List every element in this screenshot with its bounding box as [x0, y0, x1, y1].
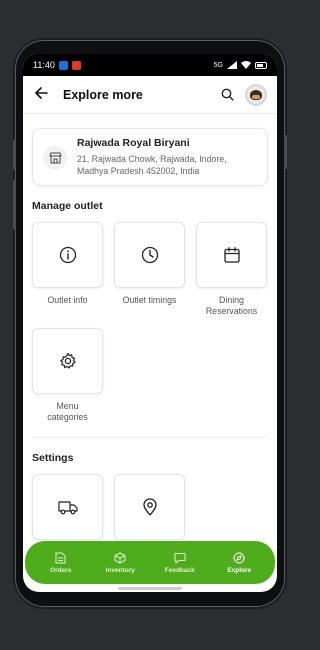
nav-orders[interactable]: Orders	[35, 552, 87, 574]
settings-heading: Settings	[32, 452, 74, 464]
nav-inventory[interactable]: Inventory	[94, 552, 146, 574]
power-button	[284, 135, 287, 169]
outlet-address-line2: Madhya Pradesh 452002, India	[77, 166, 200, 176]
location-pin-icon	[142, 498, 157, 516]
tile-location-settings[interactable]	[114, 474, 185, 540]
app-bar: Explore more	[23, 76, 277, 114]
chat-icon	[174, 552, 186, 563]
home-indicator[interactable]	[118, 587, 182, 590]
document-icon	[55, 552, 66, 563]
tile-dining-reservations[interactable]: Dining Reservations	[196, 222, 267, 317]
nav-label: Inventory	[105, 566, 135, 574]
store-icon	[43, 146, 67, 170]
app-notification-icon-2	[71, 60, 81, 70]
back-arrow-icon[interactable]	[35, 86, 59, 103]
app-notification-icon	[58, 60, 68, 70]
tile-label-line1: Dining	[219, 295, 244, 305]
status-bar: 11:40 5G	[23, 54, 277, 76]
nav-label: Orders	[50, 566, 72, 574]
tile-label-line2: Reservations	[205, 306, 258, 316]
outlet-name: Rajwada Royal Biryani	[77, 137, 190, 149]
page-title: Explore more	[63, 87, 143, 102]
tile-label-line1: Menu	[56, 401, 79, 411]
battery-icon	[255, 61, 267, 69]
manage-outlet-heading: Manage outlet	[32, 200, 103, 212]
nav-label: Feedback	[164, 566, 195, 574]
gear-icon	[59, 352, 76, 369]
compass-icon	[233, 551, 245, 564]
volume-button-2	[13, 180, 16, 230]
settings-grid	[32, 474, 268, 540]
avatar[interactable]	[245, 83, 267, 106]
tile-outlet-info[interactable]: Outlet info	[32, 222, 103, 317]
wifi-icon	[241, 61, 251, 69]
nav-label: Explore	[227, 566, 252, 574]
search-icon[interactable]	[217, 85, 237, 105]
network-type: 5G	[213, 61, 223, 69]
box-icon	[114, 552, 126, 563]
volume-button	[13, 140, 16, 170]
nav-feedback[interactable]: Feedback	[154, 552, 206, 574]
tile-outlet-timings[interactable]: Outlet timings	[114, 222, 185, 317]
tile-label: Outlet timings	[122, 295, 177, 305]
clock-icon	[141, 246, 158, 264]
status-time: 11:40	[33, 60, 55, 70]
tile-label: Outlet info	[47, 295, 88, 305]
section-divider	[32, 437, 268, 438]
tile-label-line2: categories	[47, 412, 88, 422]
tile-delivery-settings[interactable]	[32, 474, 103, 540]
tile-menu-categories[interactable]: Menu categories	[32, 328, 103, 423]
manage-outlet-grid: Outlet info Outlet timings Dining Reserv…	[32, 222, 268, 423]
bottom-nav: Orders Inventory Feedback Explore	[25, 541, 275, 584]
nav-explore[interactable]: Explore	[213, 551, 265, 574]
info-icon	[59, 246, 76, 264]
outlet-address-line1: 21, Rajwada Chowk, Rajwada, Indore,	[77, 154, 227, 164]
outlet-card[interactable]: Rajwada Royal Biryani 21, Rajwada Chowk,…	[32, 128, 268, 186]
truck-icon	[57, 501, 78, 515]
app-screen: 11:40 5G Explore more Rajwada Royal Biry…	[23, 54, 277, 592]
signal-icon	[227, 61, 237, 69]
calendar-icon	[223, 247, 240, 263]
